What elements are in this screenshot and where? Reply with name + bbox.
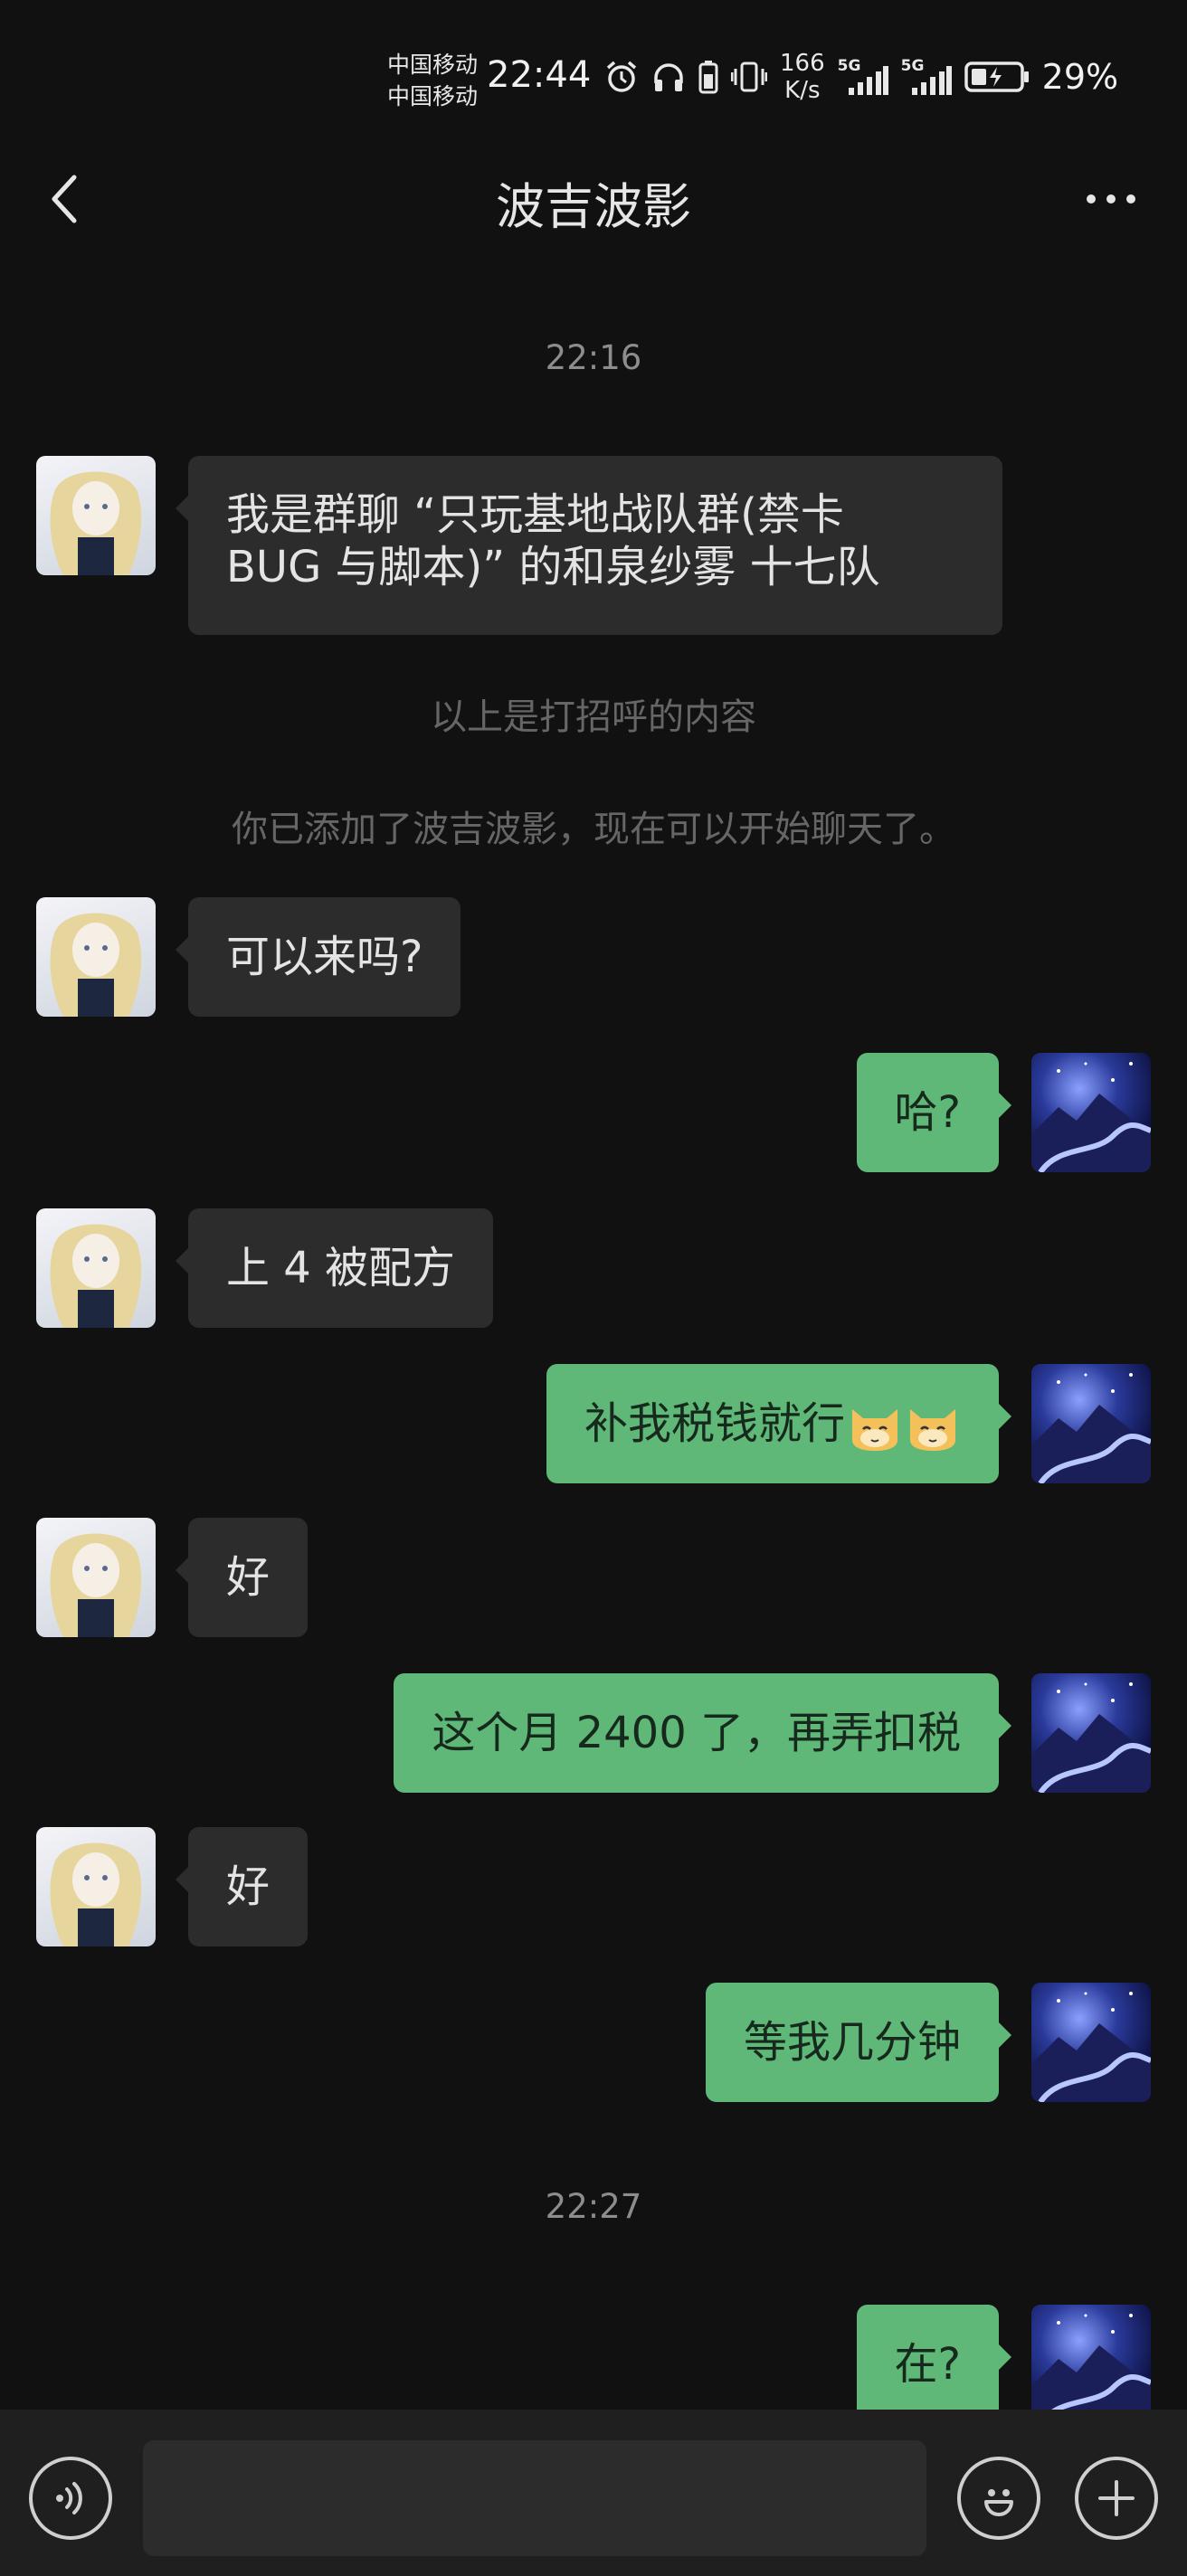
carrier-2: 中国移动 — [387, 83, 479, 109]
avatar-image — [1031, 1062, 1151, 1172]
avatar-image — [1031, 2314, 1151, 2424]
message-bubble[interactable]: 在? — [856, 2305, 1012, 2424]
plus-button[interactable] — [1075, 2457, 1158, 2540]
headphones-icon — [654, 63, 683, 91]
my-avatar[interactable] — [1031, 1673, 1151, 1793]
message-bubble[interactable]: 上 4 被配方 — [175, 1208, 494, 1328]
message-bubble[interactable]: 哈? — [856, 1053, 1012, 1172]
my-avatar[interactable] — [1031, 1983, 1151, 2102]
more-button[interactable] — [1075, 172, 1147, 226]
emoji-button[interactable] — [957, 2457, 1040, 2540]
avatar-image — [1031, 1373, 1151, 1483]
chat-header: 波吉波影 — [0, 163, 1187, 235]
timestamp: 22:16 — [545, 338, 642, 377]
vibrate-icon — [731, 62, 767, 92]
more-dots-icon — [1087, 194, 1135, 204]
avatar-image — [1031, 1992, 1151, 2102]
message-bubble[interactable]: 好 — [175, 1518, 309, 1637]
contact-avatar[interactable] — [36, 1208, 156, 1328]
avatar-image — [50, 471, 142, 575]
message-greeting[interactable]: 我是群聊 “只玩基地战队群(禁卡 BUG 与脚本)” 的和泉纱雾 十七队 — [176, 456, 1002, 635]
status-icons: 166 K/s 5G 5G 29% — [604, 50, 1119, 104]
my-avatar[interactable] — [1031, 1053, 1151, 1172]
system-notice: 以上是打招呼的内容 — [431, 696, 756, 738]
my-avatar[interactable] — [1031, 2305, 1151, 2424]
voice-icon — [56, 2482, 82, 2514]
voice-button[interactable] — [29, 2457, 112, 2540]
status-bar: 中国移动 中国移动 22:44 166 K/s 5G 5G 29% — [0, 0, 1187, 163]
cat-smile-emoji — [910, 1409, 955, 1451]
system-notice: 你已添加了波吉波影，现在可以开始聊天了。 — [232, 809, 955, 850]
contact-avatar[interactable] — [36, 456, 156, 575]
signal-1: 5G — [838, 57, 888, 95]
battery-charging-icon — [964, 62, 1029, 92]
contact-avatar[interactable] — [36, 897, 156, 1017]
signal-2: 5G — [901, 57, 952, 95]
message-bubble[interactable]: 等我几分钟 — [705, 1983, 1012, 2102]
message-bubble[interactable]: 这个月 2400 了，再弄扣税 — [394, 1673, 1011, 1793]
avatar-image — [50, 1224, 142, 1328]
my-avatar[interactable] — [1031, 1364, 1151, 1483]
avatar-image — [50, 1842, 142, 1946]
cat-smile-emoji — [852, 1409, 897, 1451]
contact-avatar[interactable] — [36, 1827, 156, 1946]
chat-title: 波吉波影 — [496, 178, 691, 235]
contact-avatar[interactable] — [36, 1518, 156, 1637]
emoji-icon — [984, 2489, 1013, 2516]
avatar-image — [50, 913, 142, 1017]
signal-icon — [848, 66, 888, 95]
net-speed: 166 K/s — [780, 50, 825, 104]
carrier-labels: 中国移动 中国移动 — [387, 49, 478, 112]
carrier-1: 中国移动 — [387, 52, 479, 78]
battery-saver-icon — [698, 61, 718, 94]
message-bubble[interactable]: 好 — [175, 1827, 309, 1946]
signal-icon — [911, 66, 952, 95]
plus-icon — [1098, 2480, 1135, 2516]
status-time: 22:44 — [487, 54, 592, 96]
message-bubble[interactable]: 可以来吗? — [175, 897, 461, 1017]
timestamp: 22:27 — [545, 2187, 642, 2226]
input-bar — [0, 2410, 1187, 2576]
alarm-icon — [606, 61, 637, 92]
avatar-image — [50, 1533, 142, 1637]
message-input[interactable] — [143, 2440, 926, 2556]
message-bubble[interactable]: 补我税钱就行 — [546, 1364, 1012, 1483]
avatar-image — [1031, 1682, 1151, 1793]
battery-percent: 29% — [1041, 57, 1119, 97]
